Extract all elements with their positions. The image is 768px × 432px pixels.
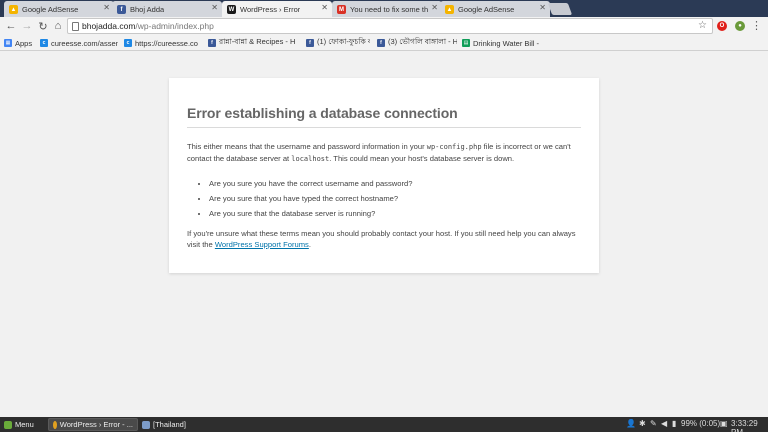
battery-status: 99% (0:05) (681, 419, 721, 428)
back-arrow-icon[interactable]: ← (4, 19, 18, 33)
close-icon[interactable]: ✕ (321, 3, 328, 12)
tab-label: Bhoj Adda (130, 4, 165, 14)
error-description: This either means that the username and … (187, 141, 581, 165)
facebook-icon: f (306, 39, 314, 47)
battery-icon[interactable]: ▮ (672, 419, 676, 428)
folder-icon (142, 420, 150, 429)
bookmark-label: (1) ফোকা-ফুচকি বাঙ্গালা H (317, 37, 370, 46)
close-icon[interactable]: ✕ (539, 3, 546, 12)
facebook-icon: f (377, 39, 385, 47)
adsense-icon: ▲ (445, 5, 454, 14)
tab-label: You need to fix some th (350, 4, 428, 14)
opera-extension-icon[interactable]: O (717, 21, 727, 31)
url-path: /wp-admin/index.php (135, 21, 214, 31)
taskbar-window-chrome[interactable]: WordPress › Error - ... (48, 418, 138, 431)
chrome-icon (53, 420, 57, 429)
facebook-icon: f (117, 5, 126, 14)
window-label: WordPress › Error - ... (59, 420, 133, 429)
facebook-icon: f (208, 39, 216, 47)
list-item: Are you sure that you have typed the cor… (209, 193, 581, 204)
taskbar: Menu WordPress › Error - ... [Thailand] … (0, 417, 768, 432)
tab-strip: ▲ Google AdSense ✕ f Bhoj Adda ✕ W WordP… (0, 0, 768, 17)
close-icon[interactable]: ✕ (103, 3, 110, 12)
bookmark-drinking-water-bill[interactable]: ▤ Drinking Water Bill - (462, 37, 539, 49)
adsense-icon: ▲ (9, 5, 18, 14)
notification-icon[interactable]: ▣ (720, 419, 728, 428)
config-filename: wp-config.php (426, 143, 482, 151)
page-icon (72, 22, 79, 31)
bookmark-recipes[interactable]: f রান্না-বান্না & Recipes - H (208, 37, 300, 49)
window-label: [Thailand] (153, 420, 186, 429)
cureesse-icon: c (40, 39, 48, 47)
bookmark-star-icon[interactable]: ☆ (698, 20, 707, 31)
close-icon[interactable]: ✕ (211, 3, 218, 12)
bookmark-fb-group-1[interactable]: f (1) ফোকা-ফুচকি বাঙ্গালা H (306, 37, 370, 49)
tab-label: WordPress › Error (240, 4, 301, 14)
new-tab-button[interactable] (547, 3, 573, 15)
help-text: If you're unsure what these terms mean y… (187, 228, 581, 250)
bookmark-label: রান্না-বান্না & Recipes - H (219, 37, 296, 46)
tab-label: Google AdSense (22, 4, 79, 14)
text: This either means that the username and … (187, 142, 427, 151)
text: . This could mean your host's database s… (329, 154, 515, 163)
network-icon[interactable]: ✎ (650, 419, 657, 428)
list-item: Are you sure you have the correct userna… (209, 178, 581, 189)
bookmark-label: cureesse.com/assen (51, 38, 118, 48)
tab-label: Google AdSense (458, 4, 515, 14)
volume-icon[interactable]: ◀ (661, 419, 667, 428)
address-bar[interactable]: bhojadda.com/wp-admin/index.php ☆ (67, 18, 713, 34)
text: . (308, 240, 311, 249)
bookmarks-bar: ▦ Apps c cureesse.com/assen c https://cu… (0, 35, 768, 51)
page-content: Error establishing a database connection… (0, 51, 768, 417)
bookmark-fb-group-2[interactable]: f (3) ভৌগলি বাঙ্গালা - Home (377, 37, 457, 49)
checklist: Are you sure you have the correct userna… (187, 178, 581, 219)
support-forums-link[interactable]: WordPress Support Forums (215, 240, 309, 249)
cureesse-icon: c (124, 39, 132, 47)
tab-gmail[interactable]: M You need to fix some th ✕ (332, 1, 442, 17)
bookmark-label: https://cureesse.co (135, 38, 198, 48)
bookmark-cureesse-1[interactable]: c cureesse.com/assen (40, 37, 118, 49)
tab-bhoj-adda[interactable]: f Bhoj Adda ✕ (112, 1, 222, 17)
close-icon[interactable]: ✕ (431, 3, 438, 12)
sheets-icon: ▤ (462, 39, 470, 47)
start-menu-button[interactable]: Menu (4, 418, 34, 431)
clock[interactable]: 3:33:29 PM (731, 419, 768, 432)
url-host: bhojadda.com (82, 21, 136, 31)
gmail-icon: M (337, 5, 346, 14)
tab-google-adsense-1[interactable]: ▲ Google AdSense ✕ (4, 1, 114, 17)
menu-label: Menu (15, 420, 34, 429)
bluetooth-icon[interactable]: ✱ (639, 419, 646, 428)
error-title: Error establishing a database connection (187, 105, 581, 128)
error-card: Error establishing a database connection… (169, 78, 599, 273)
apps-grid-icon: ▦ (4, 39, 12, 47)
extension-icon[interactable]: ● (735, 21, 745, 31)
bookmark-label: Apps (15, 38, 33, 48)
bookmark-apps[interactable]: ▦ Apps (4, 37, 32, 49)
list-item: Are you sure that the database server is… (209, 208, 581, 219)
browser-toolbar: ← → ↻ ⌂ bhojadda.com/wp-admin/index.php … (0, 17, 768, 35)
tab-wordpress-error[interactable]: W WordPress › Error ✕ (222, 1, 332, 17)
wordpress-icon: W (227, 5, 236, 14)
reload-icon[interactable]: ↻ (36, 19, 50, 33)
bookmark-label: Drinking Water Bill - (473, 38, 539, 48)
home-icon[interactable]: ⌂ (51, 19, 65, 33)
forward-arrow-icon[interactable]: → (20, 19, 34, 33)
db-host: localhost (291, 155, 330, 163)
taskbar-window-folder[interactable]: [Thailand] (142, 418, 186, 431)
user-icon[interactable]: 👤 (626, 419, 636, 428)
menu-icon[interactable]: ⋮ (751, 19, 762, 32)
bookmark-cureesse-2[interactable]: c https://cureesse.co (124, 37, 202, 49)
tab-google-adsense-2[interactable]: ▲ Google AdSense ✕ (440, 1, 550, 17)
bookmark-label: (3) ভৌগলি বাঙ্গালা - Home (388, 37, 457, 46)
mint-logo-icon (4, 420, 12, 429)
